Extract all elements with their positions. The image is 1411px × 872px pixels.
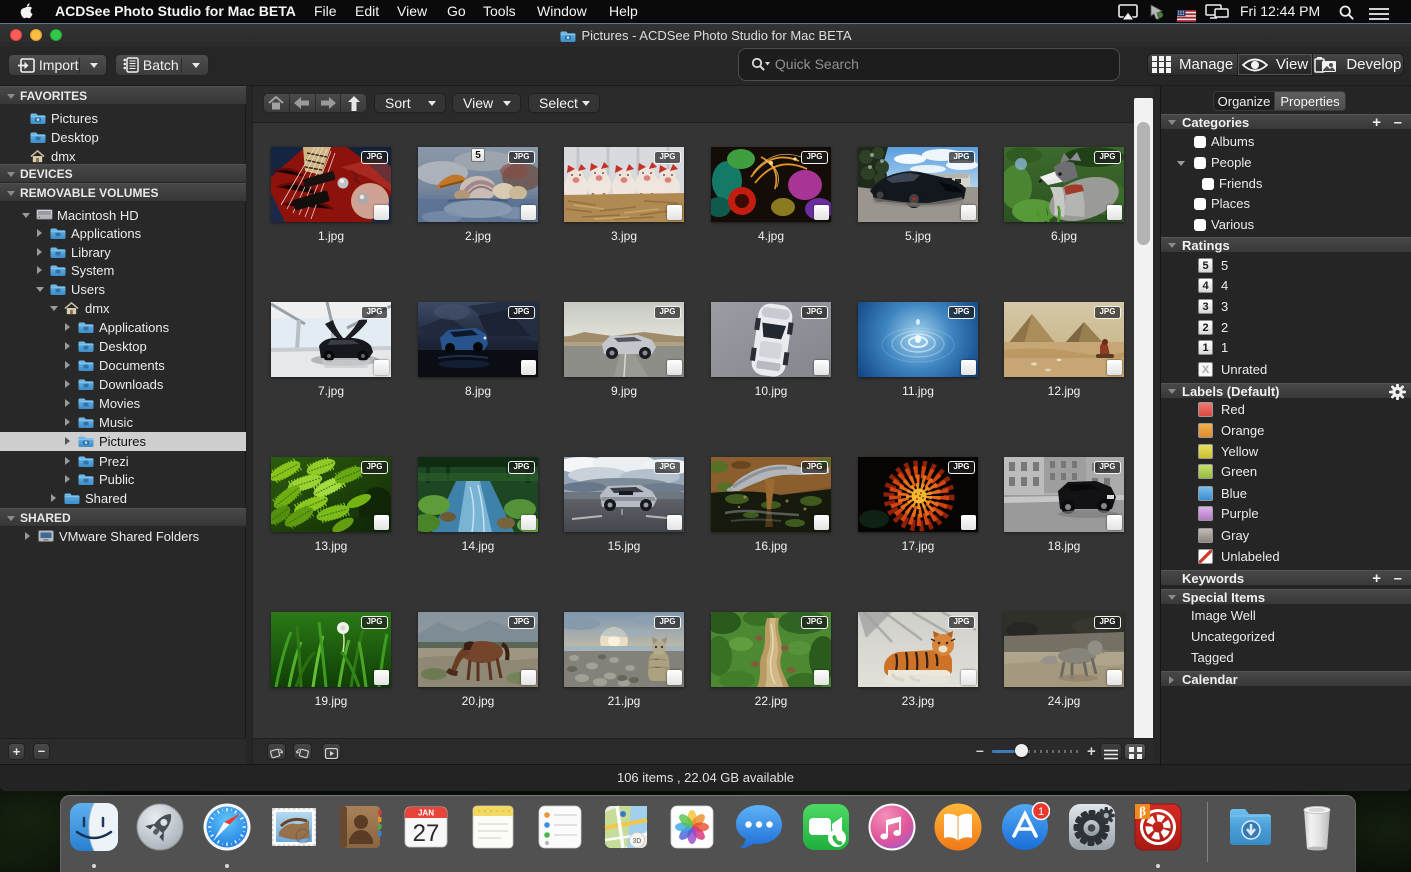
svg-text:β: β [1139, 804, 1146, 819]
svg-text:3D: 3D [633, 838, 642, 845]
svg-text:27: 27 [413, 820, 440, 847]
svg-text:JAN: JAN [418, 809, 434, 818]
svg-text:1: 1 [1038, 806, 1044, 818]
